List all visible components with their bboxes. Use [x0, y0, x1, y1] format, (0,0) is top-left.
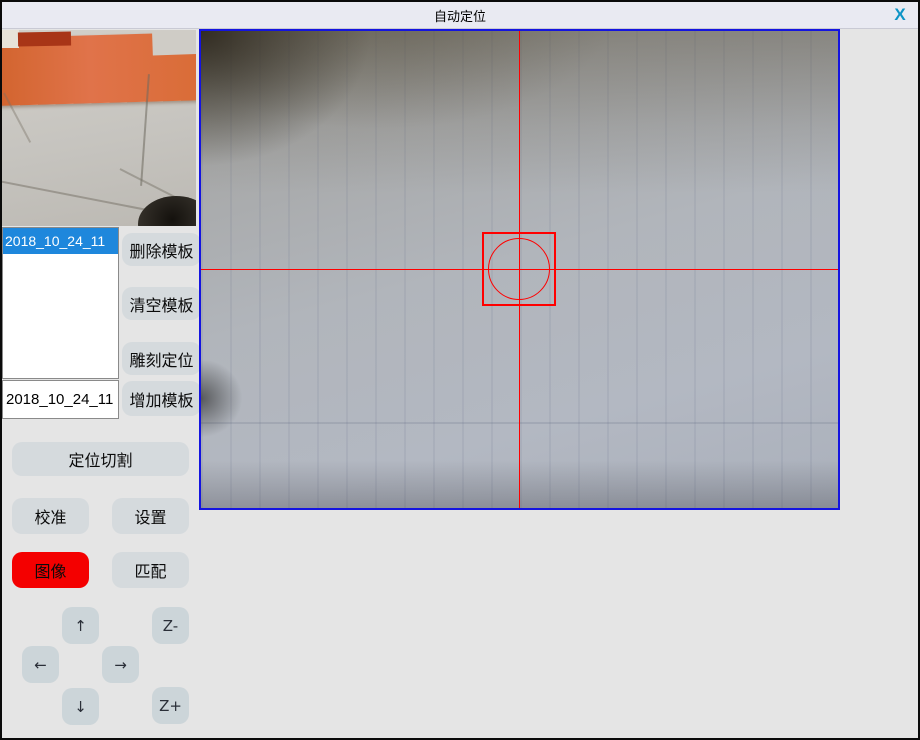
- jog-up-button[interactable]: ↑: [62, 607, 99, 644]
- camera-view: [199, 29, 840, 510]
- template-name-input[interactable]: [2, 380, 119, 419]
- preview-tile-seam: [2, 180, 155, 212]
- dialog-title: 自动定位: [434, 6, 486, 25]
- preview-wall-corner: [152, 30, 196, 56]
- template-preview-image: [2, 30, 196, 226]
- jog-down-button[interactable]: ↓: [62, 688, 99, 725]
- preview-dark-object: [138, 196, 196, 226]
- title-bar: 自动定位 X: [2, 2, 918, 29]
- image-button[interactable]: 图像: [12, 552, 89, 588]
- preview-red-block: [18, 32, 71, 47]
- template-list-item[interactable]: 2018_10_24_11: [3, 228, 118, 254]
- close-icon[interactable]: X: [888, 4, 912, 26]
- add-template-button[interactable]: 增加模板: [122, 381, 201, 416]
- clear-templates-button[interactable]: 清空模板: [122, 287, 201, 320]
- preview-highlight: [2, 30, 19, 48]
- jog-left-button[interactable]: ←: [22, 646, 59, 683]
- jog-z-plus-button[interactable]: Z+: [152, 687, 189, 724]
- match-button[interactable]: 匹配: [112, 552, 189, 588]
- jog-z-minus-button[interactable]: Z-: [152, 607, 189, 644]
- auto-position-dialog: 自动定位 X 2018_10_24_11 删除模板 清空模板 雕刻定位 增加模板…: [0, 0, 920, 740]
- calibrate-button[interactable]: 校准: [12, 498, 89, 534]
- settings-button[interactable]: 设置: [112, 498, 189, 534]
- template-list[interactable]: 2018_10_24_11: [2, 227, 119, 379]
- position-cut-button[interactable]: 定位切割: [12, 442, 189, 476]
- jog-right-button[interactable]: →: [102, 646, 139, 683]
- delete-template-button[interactable]: 删除模板: [122, 233, 201, 266]
- target-circle-overlay: [488, 238, 550, 300]
- engrave-position-button[interactable]: 雕刻定位: [122, 342, 201, 375]
